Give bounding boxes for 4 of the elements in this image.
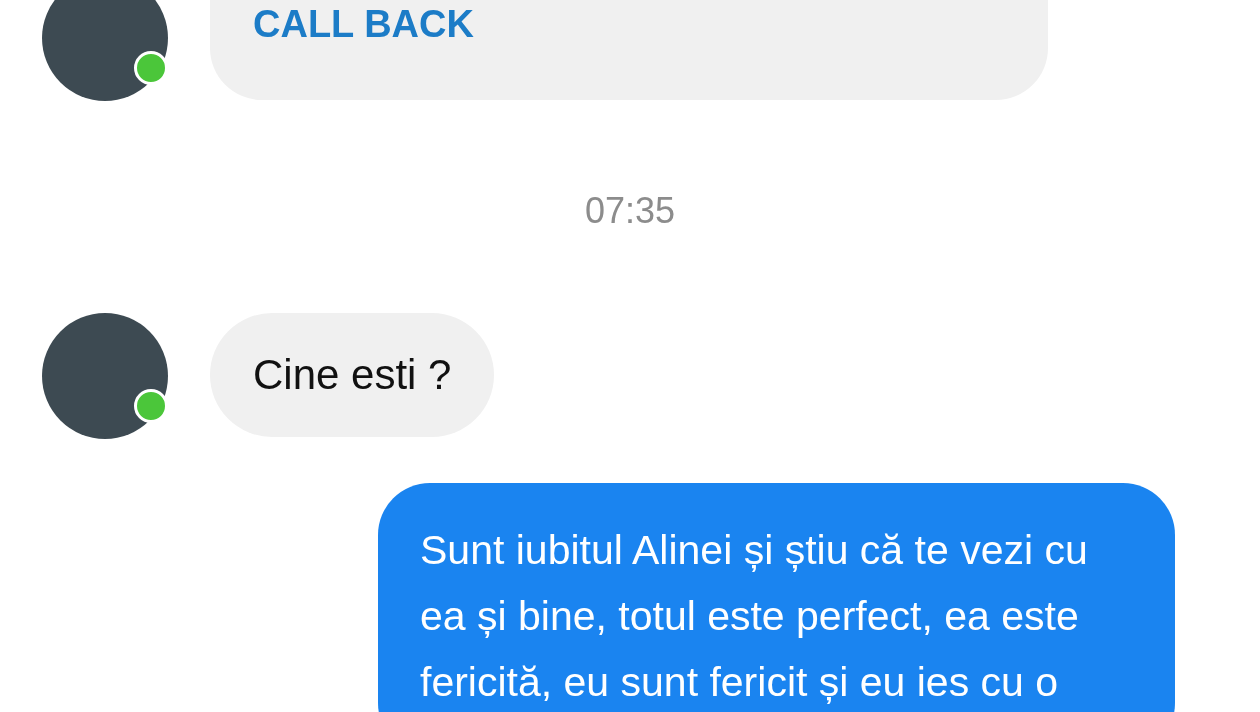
message-time: 07:35 (584, 190, 676, 231)
message-text: Cine esti ? (253, 349, 452, 400)
message-text: Sunt iubitul Alinei și știu că te vezi cu ea și bine, totul este perfect, ea este fericită, eu sunt fericit și eu ies cu o (420, 526, 1089, 707)
call-back-button[interactable]: CALL BACK (253, 5, 474, 43)
